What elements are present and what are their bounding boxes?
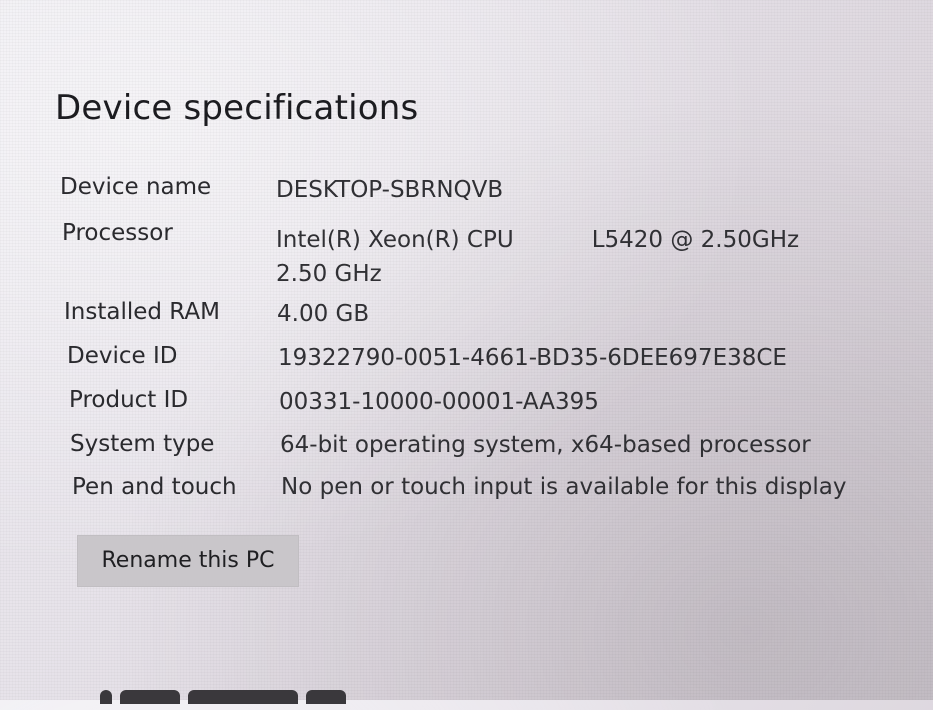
spec-value-installed-ram: 4.00 GB: [277, 301, 370, 327]
spec-label-product-id: Product ID: [69, 387, 189, 413]
spec-label-pen-and-touch: Pen and touch: [72, 474, 237, 500]
spec-value-device-name: DESKTOP-SBRNQVB: [276, 177, 504, 203]
spec-value-device-id: 19322790-0051-4661-BD35-6DEE697E38CE: [278, 345, 787, 371]
spec-value-system-type: 64-bit operating system, x64-based proce…: [280, 432, 811, 458]
next-section-heading-cutoff: [100, 690, 400, 710]
spec-label-device-name: Device name: [60, 174, 212, 200]
spec-value-product-id: 00331-10000-00001-AA395: [279, 389, 599, 415]
device-specifications-panel: Device specifications Device name DESKTO…: [0, 0, 933, 704]
processor-speed: 2.50 GHz: [276, 261, 382, 287]
spec-label-processor: Processor: [62, 220, 173, 246]
spec-value-pen-and-touch: No pen or touch input is available for t…: [281, 474, 847, 500]
spec-label-installed-ram: Installed RAM: [64, 299, 220, 325]
spec-value-processor: Intel(R) Xeon(R) CPU L5420 @ 2.50GHz 2.50…: [276, 223, 799, 291]
processor-model: L5420 @ 2.50GHz: [591, 227, 800, 253]
processor-name: Intel(R) Xeon(R) CPU: [276, 227, 514, 253]
spec-label-device-id: Device ID: [67, 343, 178, 369]
spec-label-system-type: System type: [70, 431, 215, 457]
rename-this-pc-button[interactable]: Rename this PC: [77, 535, 299, 587]
section-title: Device specifications: [55, 88, 419, 128]
